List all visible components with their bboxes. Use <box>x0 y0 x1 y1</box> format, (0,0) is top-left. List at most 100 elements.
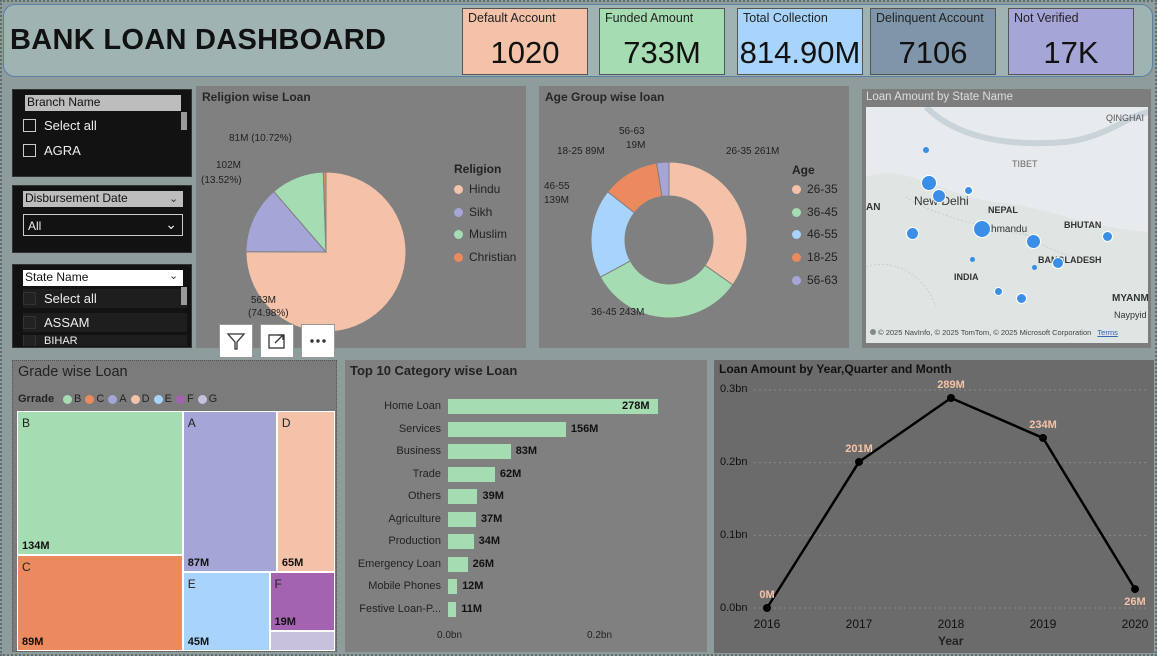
trend-line[interactable] <box>765 396 1137 609</box>
slicer-option-bihar[interactable]: BIHAR <box>23 335 187 346</box>
map-bubble[interactable] <box>994 287 1003 296</box>
kpi-value: 17K <box>1043 35 1099 70</box>
bar-value-label: 39M <box>482 490 504 502</box>
data-point[interactable] <box>763 604 771 612</box>
map-place-label: QINGHAI <box>1106 113 1145 123</box>
map-bubble[interactable] <box>921 175 937 191</box>
map-bubble[interactable] <box>964 186 973 195</box>
legend-item-grade-a[interactable]: A <box>108 393 127 405</box>
legend-item-hindu[interactable]: Hindu <box>454 182 500 196</box>
map-bubble[interactable] <box>1102 231 1113 242</box>
map-bubble[interactable] <box>1052 257 1064 269</box>
slice-26-35[interactable] <box>668 161 748 286</box>
checkbox-icon[interactable] <box>23 144 36 157</box>
map-terms-link[interactable]: Terms <box>1097 328 1117 337</box>
map-place-label: BHUTAN <box>1064 220 1102 230</box>
kpi-default-account[interactable]: Default Account 1020 <box>462 8 588 75</box>
legend-item-26-35[interactable]: 26-35 <box>792 182 838 196</box>
map-bubble[interactable] <box>1032 265 1037 270</box>
date-dropdown[interactable]: All ⌄ <box>23 214 183 236</box>
data-point[interactable] <box>1131 585 1139 594</box>
treemap-cell-b[interactable]: B 134M <box>17 411 183 556</box>
bar-value-label: 278M <box>622 400 650 412</box>
chevron-down-icon[interactable]: ⌄ <box>169 192 178 205</box>
legend-item-56-63[interactable]: 56-63 <box>792 273 838 287</box>
treemap-cell-f[interactable]: F 19M <box>269 571 335 632</box>
legend-title: Religion <box>454 162 502 176</box>
axis-tick-label: 0.2bn <box>587 630 613 641</box>
map-bubble[interactable] <box>932 189 946 203</box>
trend-line-chart[interactable]: 0M 2016 201M 2017 289M 2018 234M 2019 26M 2020 <box>714 360 1154 653</box>
treemap-cell-d[interactable]: D 65M <box>276 411 335 572</box>
bar-festive-loan-p-[interactable] <box>448 601 457 617</box>
checkbox-icon[interactable] <box>23 316 36 329</box>
category-bar-chart[interactable]: Home Loan 278M Services 156M Business 83M Trad… <box>345 360 707 652</box>
kpi-delinquent-account[interactable]: Delinquent Account 7106 <box>870 8 996 75</box>
bar-services[interactable] <box>448 421 566 437</box>
scrollbar-thumb[interactable] <box>181 112 187 130</box>
legend-item-muslim[interactable]: Muslim <box>454 227 507 241</box>
kpi-total-collection[interactable]: Total Collection 814.90M <box>737 8 863 75</box>
slicer-option-agra[interactable]: AGRA <box>23 141 81 160</box>
more-options-button[interactable] <box>301 324 335 358</box>
legend-item-46-55[interactable]: 46-55 <box>792 227 838 241</box>
chart-title: Grade wise Loan <box>18 364 128 380</box>
bar-mobile-phones[interactable] <box>448 579 458 594</box>
x-axis-title: Year <box>938 634 964 648</box>
checkbox-icon[interactable] <box>23 119 36 132</box>
bar-trade[interactable] <box>448 466 495 482</box>
treemap-cell-c[interactable]: C 89M <box>17 555 183 651</box>
bar-emergency-loan[interactable] <box>448 556 468 572</box>
legend-item-grade-e[interactable]: E <box>153 393 172 405</box>
map-place-label: TIBET <box>1012 159 1038 169</box>
map-bubble[interactable] <box>906 227 919 240</box>
bar-agriculture[interactable] <box>448 511 476 527</box>
treemap-cell-label: D <box>281 416 291 430</box>
legend-item-grade-f[interactable]: F <box>175 393 194 405</box>
legend-item-sikh[interactable]: Sikh <box>454 205 492 219</box>
treemap-cell-a[interactable]: A 87M <box>182 411 277 572</box>
legend-item-grade-b[interactable]: B <box>63 393 81 405</box>
disbursement-date-slicer[interactable]: Disbursement Date ⌄ All ⌄ <box>12 185 192 253</box>
filter-button[interactable] <box>219 324 253 358</box>
map-bubble[interactable] <box>923 147 929 153</box>
data-point[interactable] <box>855 457 863 466</box>
checkbox-icon[interactable] <box>23 335 36 346</box>
legend-dot-icon <box>85 394 95 404</box>
bar-value-label: 37M <box>480 512 503 525</box>
data-point[interactable] <box>947 393 955 402</box>
data-point[interactable] <box>1039 433 1047 442</box>
grade-treemap[interactable]: B 134M C 89M A 87M D 65M E 45M F 19M <box>17 411 335 651</box>
kpi-not-verified[interactable]: Not Verified 17K <box>1008 8 1134 75</box>
map-bubble[interactable] <box>970 257 975 262</box>
slicer-option-select-all[interactable]: Select all <box>23 116 97 135</box>
scrollbar-thumb[interactable] <box>181 287 187 305</box>
legend-item-36-45[interactable]: 36-45 <box>792 205 838 219</box>
kpi-funded-amount[interactable]: Funded Amount 733M <box>599 8 725 75</box>
slicer-option-assam[interactable]: ASSAM <box>23 313 187 332</box>
legend-item-grade-d[interactable]: D <box>130 393 150 405</box>
legend-item-18-25[interactable]: 18-25 <box>792 250 838 264</box>
legend-item-grade-g[interactable]: G <box>197 393 217 405</box>
checkbox-icon[interactable] <box>23 292 36 305</box>
treemap-cell-g[interactable] <box>269 631 335 651</box>
bar-others[interactable] <box>448 489 478 504</box>
bar-business[interactable] <box>448 444 511 459</box>
map-canvas[interactable]: QINGHAI TIBET New Delhi NEPAL Kathmandu … <box>866 107 1148 343</box>
legend-item-christian[interactable]: Christian <box>454 250 516 264</box>
slicer-option-select-all[interactable]: Select all <box>23 289 187 308</box>
map-bubble[interactable] <box>1016 293 1027 304</box>
chevron-down-icon[interactable]: ⌄ <box>169 269 178 282</box>
bar-category-label: Trade <box>412 467 441 480</box>
pie-label: 102M <box>216 160 242 171</box>
branch-slicer[interactable]: Branch Name Select all AGRA <box>12 89 192 177</box>
map-bubble[interactable] <box>1026 234 1041 249</box>
map-bubble[interactable] <box>973 220 991 238</box>
bar-production[interactable] <box>448 534 474 549</box>
donut-label: 18-25 89M <box>557 146 605 157</box>
treemap-cell-e[interactable]: E 45M <box>182 571 270 651</box>
state-slicer[interactable]: State Name ⌄ Select all ASSAM BIHAR <box>12 264 192 348</box>
kpi-label: Default Account <box>468 11 556 25</box>
focus-mode-button[interactable] <box>260 324 294 358</box>
legend-item-grade-c[interactable]: C <box>85 393 104 405</box>
